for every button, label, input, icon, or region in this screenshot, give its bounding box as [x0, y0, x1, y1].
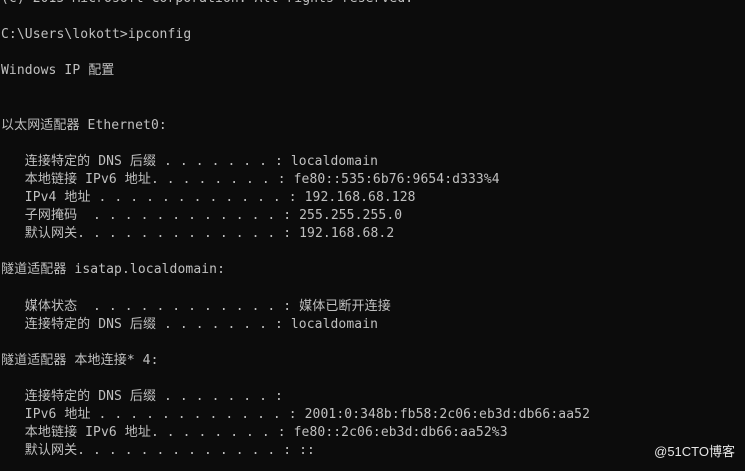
terminal-line: 以太网适配器 Ethernet0:: [1, 117, 167, 133]
terminal-line: IPv6 地址 . . . . . . . . . . . . : 2001:0…: [1, 407, 590, 423]
terminal-line: 媒体状态 . . . . . . . . . . . . : 媒体已断开连接: [1, 298, 391, 314]
terminal-line: 子网掩码 . . . . . . . . . . . . : 255.255.2…: [1, 208, 403, 224]
terminal-line: 连接特定的 DNS 后缀 . . . . . . . : localdomain: [1, 153, 379, 169]
terminal-line: IPv4 地址 . . . . . . . . . . . . : 192.16…: [1, 190, 416, 206]
terminal-line: 默认网关. . . . . . . . . . . . . : 192.168.…: [1, 226, 395, 242]
terminal-line: 连接特定的 DNS 后缀 . . . . . . . : localdomain: [1, 316, 379, 332]
terminal-line: 默认网关. . . . . . . . . . . . . : ::: [1, 443, 315, 459]
terminal-line: 隧道适配器 isatap.localdomain:: [1, 262, 226, 278]
terminal-line: (c) 2015 Microsoft Corporation. All righ…: [1, 0, 745, 8]
terminal-line: 隧道适配器 本地连接* 4:: [1, 352, 159, 368]
terminal-line: Windows IP 配置: [1, 63, 115, 79]
watermark-label: @51CTO博客: [654, 444, 735, 459]
terminal-line: 本地链接 IPv6 地址. . . . . . . . : fe80::2c06…: [1, 425, 508, 441]
terminal-line: C:\Users\lokott>ipconfig: [1, 27, 192, 43]
terminal-line: 连接特定的 DNS 后缀 . . . . . . . :: [1, 389, 283, 405]
terminal-line: 本地链接 IPv6 地址. . . . . . . . : fe80::535:…: [1, 171, 500, 187]
terminal-window[interactable]: (c) 2015 Microsoft Corporation. All righ…: [0, 0, 745, 471]
